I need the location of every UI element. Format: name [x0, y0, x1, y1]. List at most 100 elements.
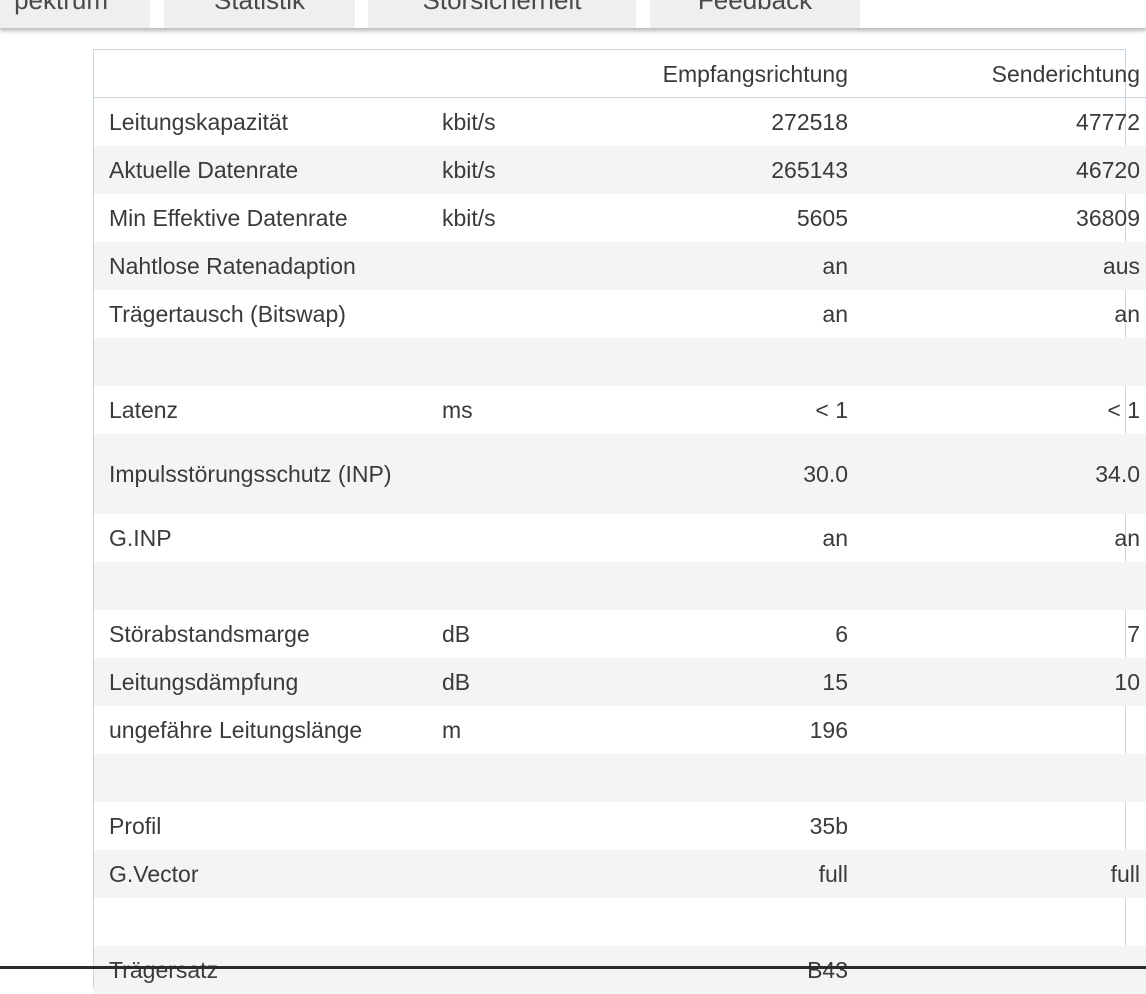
cell-label: Latenz [109, 396, 179, 423]
cell-rx: 5605 [796, 204, 848, 231]
table-row: Leitungskapazität kbit/s 272518 47772 [94, 98, 1146, 146]
header-senderichtung: Senderichtung [848, 50, 1146, 98]
table-row: Trägertausch (Bitswap) an an [94, 290, 1146, 338]
table-row: Profil 35b [94, 802, 1146, 850]
cell-label: Leitungskapazität [109, 108, 289, 135]
cell-unit: dB [442, 668, 471, 695]
cell-tx [848, 562, 1146, 610]
table-row [94, 337, 1146, 386]
cell-unit [442, 242, 592, 290]
cell-unit [442, 434, 592, 514]
cell-rx: 265143 [771, 156, 848, 183]
cell-unit: kbit/s [442, 108, 496, 135]
cell-tx: 46720 [1076, 156, 1140, 183]
cell-unit [442, 802, 592, 850]
dsl-info-table: Empfangsrichtung Senderichtung Leitungsk… [94, 50, 1146, 994]
table-row: Aktuelle Datenrate kbit/s 265143 46720 [94, 145, 1146, 194]
cell-rx [592, 562, 848, 610]
cell-unit: m [442, 716, 462, 743]
cell-label: Aktuelle Datenrate [109, 156, 299, 183]
cell-rx: B43 [807, 956, 848, 983]
table-header-row: Empfangsrichtung Senderichtung [94, 50, 1146, 98]
cell-label: ungefähre Leitungslänge [109, 716, 363, 743]
table-row: Nahtlose Ratenadaption an aus [94, 241, 1146, 290]
cell-label: G.Vector [109, 860, 199, 887]
cell-rx: 15 [822, 668, 848, 695]
cell-tx [848, 338, 1146, 386]
cell-tx [848, 706, 1146, 754]
header-label [94, 50, 442, 98]
header-unit [442, 50, 592, 98]
cell-rx: an [822, 252, 848, 279]
cell-label: Impulsstörungsschutz (INP) [109, 460, 392, 487]
cell-label [94, 754, 442, 802]
table-row: Latenz ms < 1 < 1 [94, 386, 1146, 434]
cell-unit: dB [442, 620, 471, 647]
tab-statistik[interactable]: Statistik [164, 0, 355, 28]
cell-label [94, 338, 442, 386]
cell-unit: kbit/s [442, 156, 496, 183]
cell-tx: < 1 [1107, 396, 1140, 423]
cell-label: Profil [109, 812, 162, 839]
cell-unit [442, 898, 592, 946]
table-row: ungefähre Leitungslänge m 196 [94, 706, 1146, 754]
table-row: Impulsstörungsschutz (INP) 30.0 34.0 [94, 433, 1146, 514]
cell-label: Nahtlose Ratenadaption [109, 252, 356, 279]
cell-tx: 10 [1114, 668, 1140, 695]
cell-tx: an [1114, 524, 1140, 551]
table-row: G.Vector full full [94, 849, 1146, 898]
tab-feedback[interactable]: Feedback [650, 0, 860, 28]
table-row: Störabstandsmarge dB 6 7 [94, 610, 1146, 658]
cell-tx [848, 802, 1146, 850]
header-empfangsrichtung: Empfangsrichtung [592, 50, 848, 98]
cell-label: G.INP [109, 524, 172, 551]
cell-tx: full [1110, 860, 1140, 887]
cell-rx: full [818, 860, 848, 887]
cell-tx [848, 898, 1146, 946]
cell-rx: 35b [809, 812, 848, 839]
table-row [94, 898, 1146, 946]
cell-rx: 272518 [771, 108, 848, 135]
cell-rx: 30.0 [803, 460, 848, 487]
cell-unit [442, 850, 592, 898]
table-row: G.INP an an [94, 514, 1146, 562]
tab-bar: pektrum Statistik Störsicherheit Feedbac… [0, 0, 1146, 29]
cell-rx: an [822, 300, 848, 327]
table-row [94, 753, 1146, 802]
cell-tx: aus [1102, 252, 1140, 279]
cell-label: Trägertausch (Bitswap) [109, 300, 346, 327]
cell-tx: 47772 [1076, 108, 1140, 135]
cell-rx: 6 [835, 620, 848, 647]
cell-unit [442, 290, 592, 338]
cell-unit [442, 946, 592, 994]
cell-unit [442, 514, 592, 562]
table-row: Leitungsdämpfung dB 15 10 [94, 657, 1146, 706]
tab-spektrum[interactable]: pektrum [0, 0, 150, 28]
cell-tx [848, 754, 1146, 802]
cell-rx: < 1 [815, 396, 848, 423]
cell-label [94, 562, 442, 610]
cell-rx: an [822, 524, 848, 551]
cell-unit [442, 562, 592, 610]
cell-rx [592, 898, 848, 946]
cell-label: Trägersatz [109, 956, 219, 983]
cell-tx: an [1114, 300, 1140, 327]
cell-unit [442, 754, 592, 802]
cell-tx: 36809 [1076, 204, 1140, 231]
cell-tx [848, 946, 1146, 994]
cell-label: Störabstandsmarge [109, 620, 310, 647]
dsl-info-panel: Empfangsrichtung Senderichtung Leitungsk… [93, 49, 1146, 994]
table-row: Min Effektive Datenrate kbit/s 5605 36809 [94, 194, 1146, 242]
cell-rx: 196 [809, 716, 848, 743]
cell-rx [592, 754, 848, 802]
cell-tx: 34.0 [1095, 460, 1140, 487]
cell-label [94, 898, 442, 946]
cell-unit: ms [442, 396, 473, 423]
cell-rx [592, 338, 848, 386]
cell-unit [442, 338, 592, 386]
cell-unit: kbit/s [442, 204, 496, 231]
cell-label: Leitungsdämpfung [109, 668, 299, 695]
tab-stoersicherheit[interactable]: Störsicherheit [368, 0, 636, 28]
table-row [94, 561, 1146, 610]
cell-tx: 7 [1127, 620, 1140, 647]
